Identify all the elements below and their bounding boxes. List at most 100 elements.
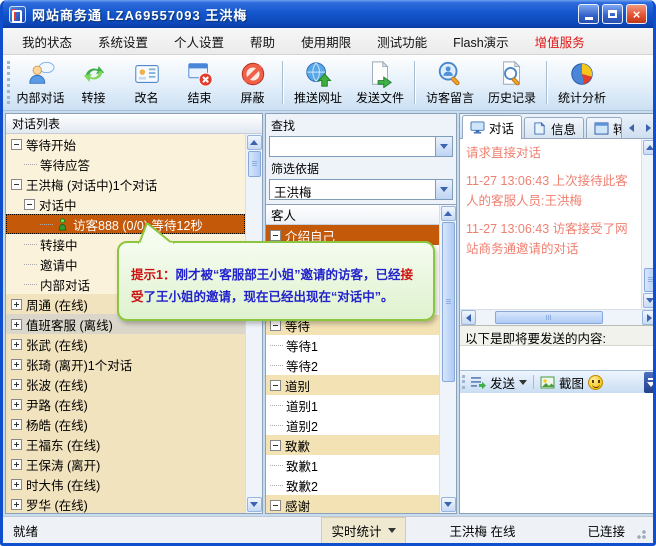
tree-group-agent[interactable]: 张波 (在线): [6, 374, 245, 394]
send-options-icon[interactable]: [519, 380, 527, 385]
reply-group-thanks[interactable]: 感谢: [266, 495, 439, 513]
emoticon-icon[interactable]: [588, 375, 603, 390]
scroll-up-icon[interactable]: [643, 140, 656, 155]
screenshot-icon[interactable]: [540, 376, 555, 389]
expand-icon[interactable]: [11, 499, 22, 510]
chevron-down-icon[interactable]: [435, 180, 452, 199]
resize-grip[interactable]: [635, 528, 647, 540]
tree-group-waiting-start[interactable]: 等待开始: [6, 134, 245, 154]
scroll-down-icon[interactable]: [643, 293, 656, 308]
expand-icon[interactable]: [11, 339, 22, 350]
scroll-right-icon[interactable]: [642, 310, 656, 325]
tree-group-agent[interactable]: 杨皓 (在线): [6, 414, 245, 434]
internal-chat-button[interactable]: 内部对话: [14, 57, 67, 108]
filter-value[interactable]: 王洪梅: [270, 180, 435, 199]
reply-item[interactable]: 等待2: [266, 355, 439, 375]
expand-icon[interactable]: [11, 379, 22, 390]
reply-group-farewell[interactable]: 道别: [266, 375, 439, 395]
expand-icon[interactable]: [11, 359, 22, 370]
scroll-down-icon[interactable]: [247, 497, 262, 512]
collapse-icon[interactable]: [270, 230, 281, 241]
collapse-icon[interactable]: [24, 199, 35, 210]
menu-my-status[interactable]: 我的状态: [9, 28, 85, 55]
send-icon[interactable]: [470, 375, 486, 389]
collapse-icon[interactable]: [270, 320, 281, 331]
stats-button[interactable]: 统计分析: [551, 57, 613, 108]
menu-personal-settings[interactable]: 个人设置: [161, 28, 237, 55]
expand-icon[interactable]: [11, 439, 22, 450]
screenshot-button[interactable]: 截图: [559, 373, 584, 392]
collapse-icon[interactable]: [270, 380, 281, 391]
tab-transfer[interactable]: 转: [586, 117, 622, 138]
expand-icon[interactable]: [11, 299, 22, 310]
realtime-stats-button[interactable]: 实时统计: [321, 517, 405, 544]
send-file-button[interactable]: 发送文件: [349, 57, 411, 108]
end-chat-button[interactable]: 结束: [173, 57, 226, 108]
tree-item-waiting-answer[interactable]: 等待应答: [6, 154, 245, 174]
reply-item[interactable]: 等待1: [266, 335, 439, 355]
history-button[interactable]: 历史记录: [481, 57, 543, 108]
menu-help[interactable]: 帮助: [237, 28, 288, 55]
reply-item[interactable]: 致歉2: [266, 475, 439, 495]
scroll-up-icon[interactable]: [441, 206, 456, 221]
collapse-icon[interactable]: [11, 179, 22, 190]
tree-group-agent[interactable]: 张武 (在线): [6, 334, 245, 354]
tree-group-agent[interactable]: 王保涛 (离开): [6, 454, 245, 474]
menu-test-features[interactable]: 测试功能: [364, 28, 440, 55]
middle-scrollbar[interactable]: [439, 205, 456, 513]
scroll-thumb[interactable]: [495, 311, 603, 324]
tree-group-agent[interactable]: 时大伟 (在线): [6, 474, 245, 494]
message-input[interactable]: [460, 393, 656, 513]
expand-icon[interactable]: [11, 399, 22, 410]
minimize-button[interactable]: [578, 4, 599, 24]
collapse-icon[interactable]: [270, 440, 281, 451]
tree-group-agent[interactable]: 王福东 (在线): [6, 434, 245, 454]
scroll-thumb[interactable]: [644, 268, 656, 292]
maximize-button[interactable]: [602, 4, 623, 24]
expand-icon[interactable]: [11, 479, 22, 490]
pending-content-box[interactable]: [460, 345, 656, 370]
tree-item-visitor-888[interactable]: 访客888 (0/0) 等待12秒: [6, 214, 245, 234]
reply-group-apology[interactable]: 致歉: [266, 435, 439, 455]
tree-group-agent[interactable]: 尹路 (在线): [6, 394, 245, 414]
toolbar-overflow-icon[interactable]: [644, 372, 656, 393]
left-scrollbar[interactable]: [245, 134, 262, 513]
expand-icon[interactable]: [11, 459, 22, 470]
find-combobox[interactable]: [269, 136, 453, 157]
scroll-down-icon[interactable]: [441, 497, 456, 512]
tree-group-in-chat[interactable]: 对话中: [6, 194, 245, 214]
collapse-icon[interactable]: [270, 500, 281, 511]
find-value[interactable]: [270, 137, 435, 156]
tree-group-wanghongmei[interactable]: 王洪梅 (对话中)1个对话: [6, 174, 245, 194]
scroll-left-icon[interactable]: [461, 310, 476, 325]
expand-icon[interactable]: [11, 319, 22, 330]
scroll-up-icon[interactable]: [247, 135, 262, 150]
menu-system-settings[interactable]: 系统设置: [85, 28, 161, 55]
tab-info[interactable]: 信息: [524, 117, 584, 138]
reply-item[interactable]: 道别1: [266, 395, 439, 415]
chevron-down-icon[interactable]: [435, 137, 452, 156]
reply-item[interactable]: 道别2: [266, 415, 439, 435]
filter-combobox[interactable]: 王洪梅: [269, 179, 453, 200]
chat-scrollbar[interactable]: [641, 139, 656, 309]
send-button[interactable]: 发送: [490, 373, 515, 392]
reply-item[interactable]: 致歉1: [266, 455, 439, 475]
push-url-button[interactable]: 推送网址: [287, 57, 349, 108]
visitor-message-button[interactable]: 访客留言: [419, 57, 481, 108]
block-button[interactable]: 屏蔽: [226, 57, 279, 108]
menu-flash-demo[interactable]: Flash演示: [440, 28, 522, 55]
tab-scroll-right-icon[interactable]: [641, 120, 656, 135]
tab-scroll-left-icon[interactable]: [624, 120, 639, 135]
rename-button[interactable]: 改名: [120, 57, 173, 108]
tree-group-agent[interactable]: 罗华 (在线): [6, 494, 245, 513]
menu-value-added[interactable]: 增值服务: [522, 28, 598, 55]
transfer-button[interactable]: 转接: [67, 57, 120, 108]
scroll-thumb[interactable]: [248, 151, 261, 177]
collapse-icon[interactable]: [11, 139, 22, 150]
menu-usage-period[interactable]: 使用期限: [288, 28, 364, 55]
chat-hscrollbar[interactable]: [460, 309, 656, 325]
tree-group-agent[interactable]: 张琦 (离开)1个对话: [6, 354, 245, 374]
expand-icon[interactable]: [11, 419, 22, 430]
scroll-thumb[interactable]: [442, 222, 455, 382]
close-button[interactable]: ×: [626, 4, 647, 24]
